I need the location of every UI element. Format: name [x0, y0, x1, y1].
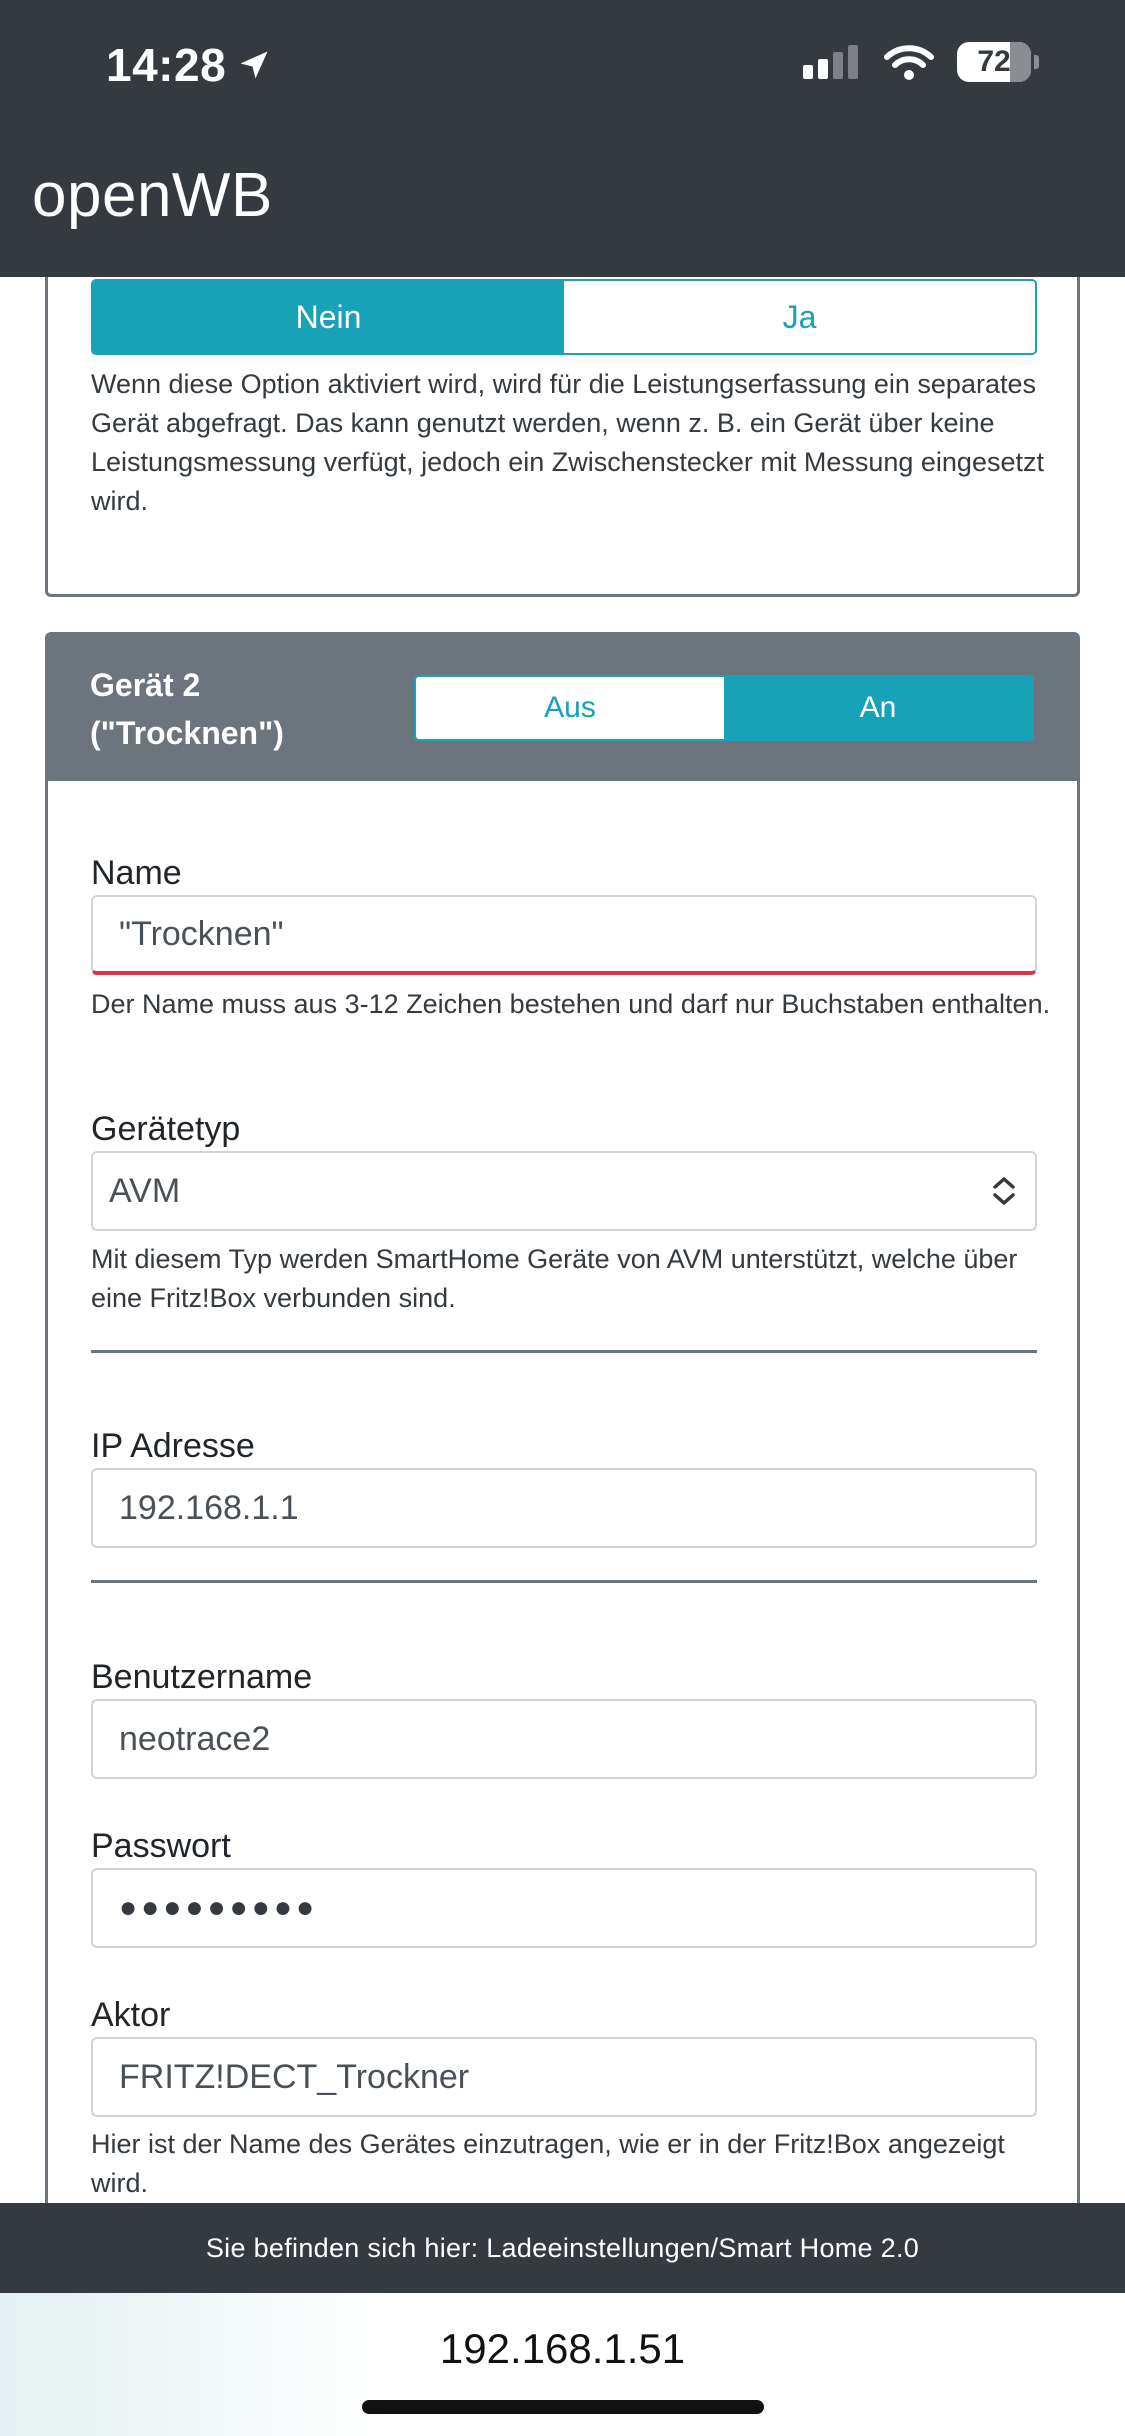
- toggle-aus-button[interactable]: Aus: [416, 677, 724, 739]
- toggle-an-button[interactable]: An: [724, 677, 1032, 739]
- actor-label: Aktor: [91, 1996, 171, 2034]
- password-input-value: ●●●●●●●●●: [119, 1891, 319, 1924]
- chevron-up-down-icon: [993, 1177, 1015, 1205]
- battery-level: 72: [977, 45, 1011, 78]
- breadcrumb-footer: Sie befinden sich hier: Ladeeinstellunge…: [0, 2203, 1125, 2293]
- actor-help: Hier ist der Name des Gerätes einzutrage…: [91, 2129, 1005, 2198]
- location-arrow-icon: [240, 51, 268, 79]
- app-brand[interactable]: openWB: [32, 160, 273, 231]
- previous-option-card: Nein Ja Wenn diese Option aktiviert wird…: [45, 277, 1080, 597]
- breadcrumb: Sie befinden sich hier: Ladeeinstellunge…: [205, 2232, 920, 2263]
- name-input-value: "Trocknen": [119, 914, 284, 953]
- ip-input[interactable]: 192.168.1.1: [91, 1468, 1037, 1548]
- browser-address-bar[interactable]: 192.168.1.51: [0, 2293, 1125, 2436]
- actor-input-value: FRITZ!DECT_Trockner: [119, 2057, 470, 2096]
- device-card: Gerät 2 ("Trocknen") Aus An Name "Trockn…: [45, 632, 1080, 2203]
- device-type-help: Mit diesem Typ werden SmartHome Geräte v…: [91, 1244, 1018, 1313]
- ip-label: IP Adresse: [91, 1427, 255, 1465]
- toggle-nein-button[interactable]: Nein: [93, 281, 564, 353]
- browser-url[interactable]: 192.168.1.51: [0, 2325, 1125, 2373]
- password-input[interactable]: ●●●●●●●●●: [91, 1868, 1037, 1948]
- password-label: Passwort: [91, 1827, 231, 1865]
- name-error: Der Name muss aus 3-12 Zeichen bestehen …: [91, 989, 1051, 1019]
- status-time: 14:28: [106, 38, 272, 92]
- separate-meter-help: Wenn diese Option aktiviert wird, wird f…: [91, 369, 1044, 516]
- status-time-text: 14:28: [106, 39, 227, 91]
- toggle-ja-button[interactable]: Ja: [564, 281, 1035, 353]
- device-enable-toggle[interactable]: Aus An: [414, 675, 1034, 741]
- status-icons: 72: [803, 42, 1039, 82]
- name-label: Name: [91, 854, 182, 892]
- settings-content[interactable]: Nein Ja Wenn diese Option aktiviert wird…: [0, 277, 1125, 2203]
- device-card-title: Gerät 2 ("Trocknen"): [90, 667, 284, 751]
- device-type-label: Gerätetyp: [91, 1110, 241, 1148]
- home-indicator[interactable]: [362, 2400, 764, 2414]
- battery-icon: 72: [957, 42, 1039, 82]
- actor-input[interactable]: FRITZ!DECT_Trockner: [91, 2037, 1037, 2117]
- cellular-signal-icon: [803, 45, 858, 79]
- wifi-icon: [884, 45, 934, 80]
- username-input-value: neotrace2: [119, 1719, 271, 1758]
- device-card-header: Gerät 2 ("Trocknen") Aus An: [48, 635, 1077, 781]
- section-divider: [91, 1580, 1037, 1583]
- name-input[interactable]: "Trocknen": [91, 895, 1037, 975]
- app-header: 14:28 72 openWB: [0, 0, 1125, 277]
- ip-input-value: 192.168.1.1: [119, 1488, 299, 1527]
- device-type-select[interactable]: AVM: [91, 1151, 1037, 1231]
- device-type-value: AVM: [109, 1171, 181, 1210]
- section-divider: [91, 1350, 1037, 1353]
- username-label: Benutzername: [91, 1658, 313, 1696]
- separate-meter-toggle[interactable]: Nein Ja: [91, 279, 1037, 355]
- username-input[interactable]: neotrace2: [91, 1699, 1037, 1779]
